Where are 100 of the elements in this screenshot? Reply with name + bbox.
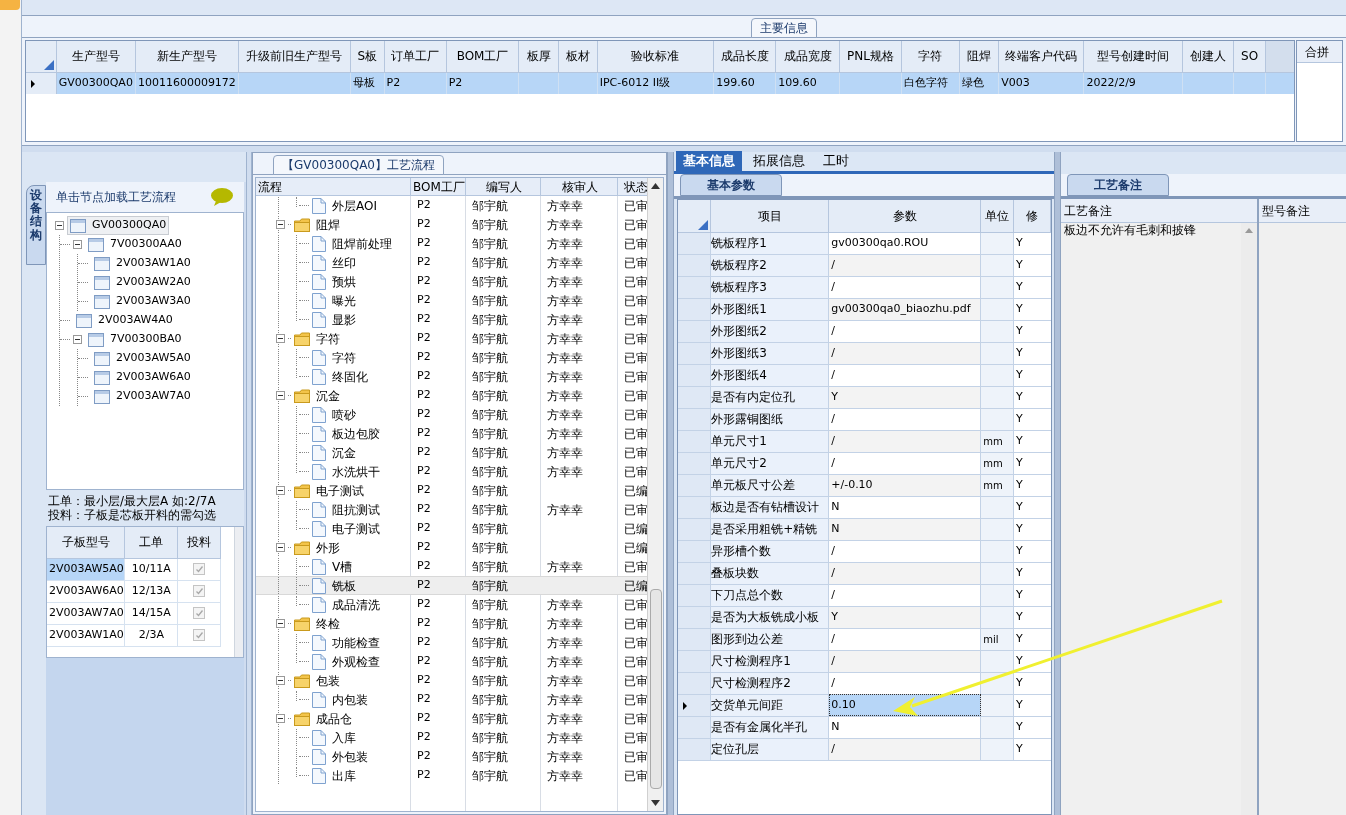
tree-node[interactable]: 2V003AW6A0 (91, 368, 194, 387)
tree-row[interactable]: 成品清洗 P2 邹宇航 方幸幸 已审 (256, 595, 647, 614)
tree-node[interactable]: 2V003AW2A0 (91, 273, 194, 292)
scroll-up-icon[interactable] (651, 183, 660, 189)
tree-node[interactable]: 2V003AW1A0 (91, 254, 194, 273)
row-header[interactable] (678, 694, 711, 716)
table-cell[interactable]: 2V003AW5A0 (47, 558, 125, 580)
table-cell: 方幸幸 (547, 597, 583, 612)
table-cell[interactable]: 2V003AW1A0 (47, 624, 125, 646)
table-cell[interactable]: / (828, 452, 981, 474)
scrollbar-thumb[interactable] (649, 589, 662, 789)
table-cell[interactable]: / (828, 650, 981, 672)
window-icon (94, 370, 110, 385)
tree-row[interactable]: 外层AOI P2 邹宇航 方幸幸 已审 (256, 196, 647, 215)
tree-row[interactable]: 成品仓 P2 邹宇航 方幸幸 已审 (256, 709, 647, 728)
window-icon (70, 218, 86, 233)
table-cell[interactable]: / (828, 430, 981, 452)
tree-row[interactable]: 包装 P2 邹宇航 方幸幸 已审 (256, 671, 647, 690)
table-cell[interactable]: / (828, 540, 981, 562)
table-cell[interactable]: / (828, 364, 981, 386)
tab[interactable]: 工时 (816, 151, 856, 171)
table-cell: 109.60 (778, 76, 817, 89)
column-header: 型号备注 (1259, 199, 1346, 223)
tree-row[interactable]: 阻抗测试 P2 邹宇航 方幸幸 已审 (256, 500, 647, 519)
tab[interactable]: 工艺备注 (1067, 174, 1169, 196)
tree-node[interactable]: 2V003AW7A0 (91, 387, 194, 406)
tree-row[interactable]: 功能检查 P2 邹宇航 方幸幸 已审 (256, 633, 647, 652)
table-cell[interactable]: N (828, 496, 981, 518)
tree-row[interactable]: 铣板 P2 邹宇航 已编 (256, 576, 647, 595)
table-cell[interactable]: 0.10 (828, 694, 981, 716)
tree-row[interactable]: 丝印 P2 邹宇航 方幸幸 已审 (256, 253, 647, 272)
tree-row[interactable]: 预烘 P2 邹宇航 方幸幸 已审 (256, 272, 647, 291)
tree-row[interactable]: 板边包胶 P2 邹宇航 方幸幸 已审 (256, 424, 647, 443)
tree-node[interactable]: 2V003AW5A0 (91, 349, 194, 368)
table-cell[interactable]: N (828, 518, 981, 540)
tab[interactable]: 基本参数 (680, 174, 782, 196)
tree-row[interactable]: 终检 P2 邹宇航 方幸幸 已审 (256, 614, 647, 633)
table-cell[interactable]: Y (828, 386, 981, 408)
tree-row[interactable]: 沉金 P2 邹宇航 方幸幸 已审 (256, 443, 647, 462)
tab[interactable]: 基本信息 (676, 151, 742, 171)
scrollbar[interactable] (1241, 223, 1257, 815)
table-cell[interactable]: N (828, 716, 981, 738)
table-cell[interactable]: 2V003AW6A0 (47, 580, 125, 602)
scroll-down-icon[interactable] (651, 800, 660, 806)
vertical-tab[interactable]: 设备结构 (26, 185, 46, 265)
table-cell: P2 (417, 692, 431, 706)
tree-row[interactable]: 电子测试 P2 邹宇航 已编 (256, 481, 647, 500)
tree-node[interactable]: 7V00300BA0 (85, 330, 185, 349)
splitter[interactable] (1054, 152, 1061, 815)
tree-row[interactable]: 外形 P2 邹宇航 已编 (256, 538, 647, 557)
tree-node[interactable]: 7V00300AA0 (85, 235, 185, 254)
table-cell[interactable]: / (828, 342, 981, 364)
tree-row[interactable]: 字符 P2 邹宇航 方幸幸 已审 (256, 348, 647, 367)
tree-row[interactable]: 入库 P2 邹宇航 方幸幸 已审 (256, 728, 647, 747)
table-cell: Y (1016, 631, 1023, 645)
tree-row[interactable]: 字符 P2 邹宇航 方幸幸 已审 (256, 329, 647, 348)
row-header[interactable] (26, 72, 57, 94)
checkbox[interactable] (193, 585, 206, 597)
table-cell[interactable]: / (828, 276, 981, 298)
tab[interactable]: 拓展信息 (746, 151, 812, 171)
checkbox[interactable] (193, 563, 206, 575)
table-cell[interactable]: / (828, 584, 981, 606)
tree-node[interactable]: 2V003AW3A0 (91, 292, 194, 311)
table-cell: 已审 (624, 597, 647, 612)
tree-row[interactable]: 水洗烘干 P2 邹宇航 方幸幸 已审 (256, 462, 647, 481)
corner-icon (698, 219, 709, 230)
tree-row[interactable]: 曝光 P2 邹宇航 方幸幸 已审 (256, 291, 647, 310)
scrollbar[interactable] (647, 178, 663, 811)
tree-row[interactable]: 电子测试 P2 邹宇航 已编 (256, 519, 647, 538)
table-cell[interactable]: 2V003AW7A0 (47, 602, 125, 624)
tree-label: 出库 (332, 767, 356, 785)
table-cell[interactable]: gv00300qa0.ROU (828, 232, 981, 254)
tree-row[interactable]: 终固化 P2 邹宇航 方幸幸 已审 (256, 367, 647, 386)
tree-label: 字符 (332, 349, 356, 367)
tree-row[interactable]: 阻焊 P2 邹宇航 方幸幸 已审 (256, 215, 647, 234)
table-cell[interactable]: / (828, 320, 981, 342)
panel-header: 单击节点加载工艺流程 (56, 189, 176, 206)
table-cell[interactable]: gv00300qa0_biaozhu.pdf (828, 298, 981, 320)
table-cell[interactable]: / (828, 738, 981, 760)
table-cell[interactable]: Y (828, 606, 981, 628)
checkbox[interactable] (193, 607, 206, 619)
table-cell[interactable]: / (828, 408, 981, 430)
tree-row[interactable]: 显影 P2 邹宇航 方幸幸 已审 (256, 310, 647, 329)
tree-row[interactable]: 阻焊前处理 P2 邹宇航 方幸幸 已审 (256, 234, 647, 253)
tree-row[interactable]: 外包装 P2 邹宇航 方幸幸 已审 (256, 747, 647, 766)
tree-row[interactable]: 喷砂 P2 邹宇航 方幸幸 已审 (256, 405, 647, 424)
tree-row[interactable]: 外观检查 P2 邹宇航 方幸幸 已审 (256, 652, 647, 671)
tree-row[interactable]: 沉金 P2 邹宇航 方幸幸 已审 (256, 386, 647, 405)
tree-row[interactable]: V槽 P2 邹宇航 方幸幸 已审 (256, 557, 647, 576)
scrollbar[interactable] (234, 527, 243, 657)
column-header: 参数 (828, 200, 981, 232)
tree-node[interactable]: GV00300QA0 (67, 216, 170, 235)
checkbox[interactable] (193, 629, 206, 641)
table-cell[interactable]: / (828, 628, 981, 650)
tree-node[interactable]: 2V003AW4A0 (73, 311, 176, 330)
table-cell[interactable]: / (828, 562, 981, 584)
table-cell[interactable]: +/-0.10 (828, 474, 981, 496)
tree-row[interactable]: 内包装 P2 邹宇航 方幸幸 已审 (256, 690, 647, 709)
table-cell[interactable]: / (828, 254, 981, 276)
tree-row[interactable]: 出库 P2 邹宇航 方幸幸 已审 (256, 766, 647, 785)
